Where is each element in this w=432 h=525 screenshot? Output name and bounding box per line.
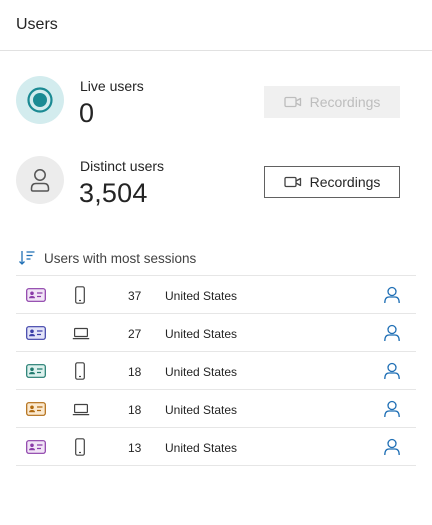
country-cell: United States [165,289,238,303]
contact-card-icon [26,364,46,378]
panel-header: Users [0,0,432,51]
distinct-recordings-label: Recordings [309,174,381,190]
country-cell: United States [165,327,238,341]
video-camera-icon [283,176,302,188]
user-profile-icon[interactable] [383,362,401,380]
live-recordings-label: Recordings [309,94,381,110]
users-table: 37 United States 27 United States 18 Uni… [16,275,416,466]
sort-descending-icon [18,250,36,266]
mobile-phone-icon [72,362,88,380]
session-count: 27 [128,327,142,341]
distinct-users-metric: Distinct users 3,504 Recordings [16,154,400,208]
live-recordings-button[interactable]: Recordings [264,86,400,118]
contact-card-icon [26,402,46,416]
table-row[interactable]: 13 United States [16,428,416,466]
contact-card-icon [26,440,46,454]
mobile-phone-icon [72,438,88,456]
mobile-phone-icon [72,286,88,304]
users-panel: Users Live users 0 Recordings Distinct u… [0,0,432,525]
live-users-label: Live users [80,78,144,94]
table-row[interactable]: 18 United States [16,390,416,428]
user-profile-icon[interactable] [383,286,401,304]
country-cell: United States [165,441,238,455]
most-sessions-header: Users with most sessions [18,248,196,268]
country-cell: United States [165,403,238,417]
live-users-metric: Live users 0 Recordings [16,74,400,128]
table-row[interactable]: 18 United States [16,352,416,390]
distinct-recordings-button[interactable]: Recordings [264,166,400,198]
distinct-users-value: 3,504 [79,178,148,208]
session-count: 18 [128,365,142,379]
user-profile-icon[interactable] [383,324,401,342]
session-count: 13 [128,441,142,455]
contact-card-icon [26,326,46,340]
most-sessions-title: Users with most sessions [44,250,197,266]
table-row[interactable]: 37 United States [16,276,416,314]
contact-card-icon [26,288,46,302]
country-cell: United States [165,365,238,379]
video-camera-icon [283,96,302,108]
panel-title: Users [16,16,58,33]
session-count: 18 [128,403,142,417]
laptop-icon [72,324,90,342]
user-profile-icon[interactable] [383,400,401,418]
live-radio-icon [16,76,64,124]
user-profile-icon[interactable] [383,438,401,456]
distinct-users-label: Distinct users [80,158,165,174]
live-users-value: 0 [79,98,95,128]
laptop-icon [72,400,90,418]
table-row[interactable]: 27 United States [16,314,416,352]
session-count: 37 [128,289,142,303]
person-icon [16,156,64,204]
